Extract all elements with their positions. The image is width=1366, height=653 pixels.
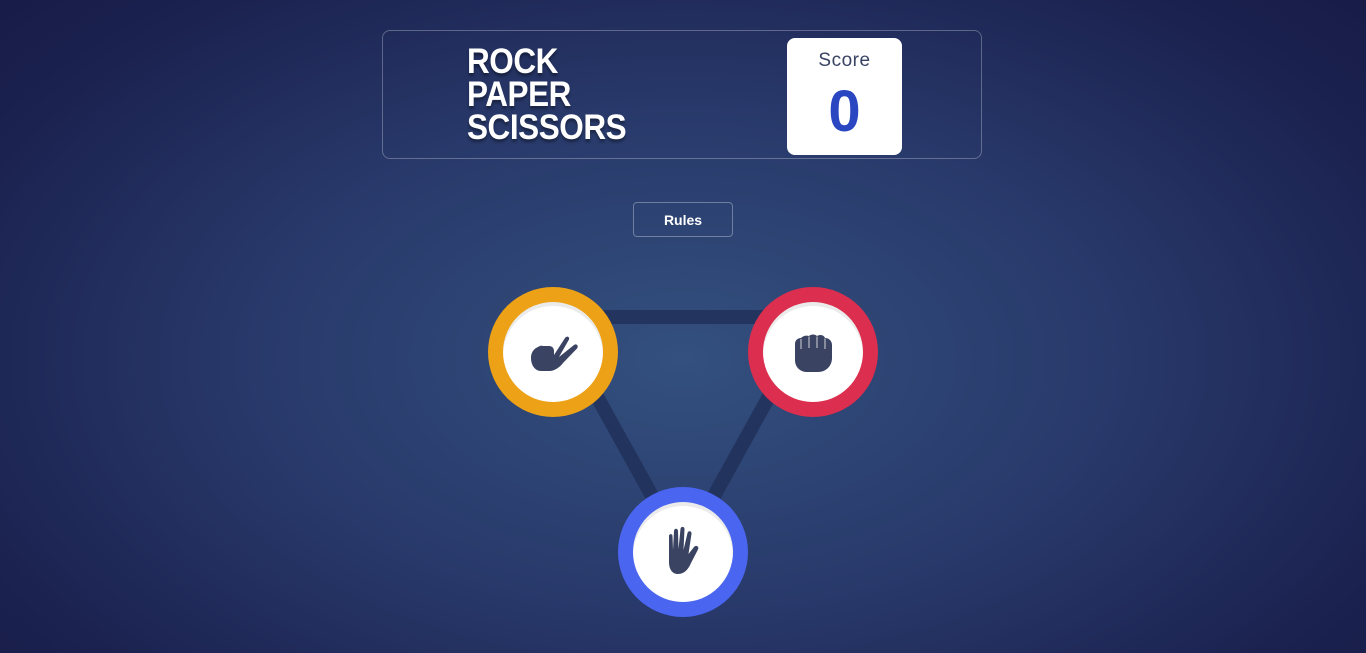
score-label: Score [818,50,871,71]
game-title: ROCK PAPER SCISSORS [467,42,627,147]
rock-button[interactable] [748,287,878,417]
scissors-token-face [503,302,603,402]
paper-token-face [633,502,733,602]
paper-button[interactable] [618,487,748,617]
scissors-hand-icon [531,336,578,371]
title-line-paper: PAPER [467,75,571,114]
rules-button[interactable]: Rules [633,202,733,237]
title-line-scissors: SCISSORS [467,108,627,147]
fist-icon [795,334,832,372]
score-value: 0 [828,79,861,144]
title-line-rock: ROCK [467,42,558,81]
score-box: Score 0 [787,38,902,155]
scissors-button[interactable] [488,287,618,417]
open-hand-icon [669,526,699,574]
rock-token-face [763,302,863,402]
game-header: ROCK PAPER SCISSORS Score 0 [382,30,982,159]
